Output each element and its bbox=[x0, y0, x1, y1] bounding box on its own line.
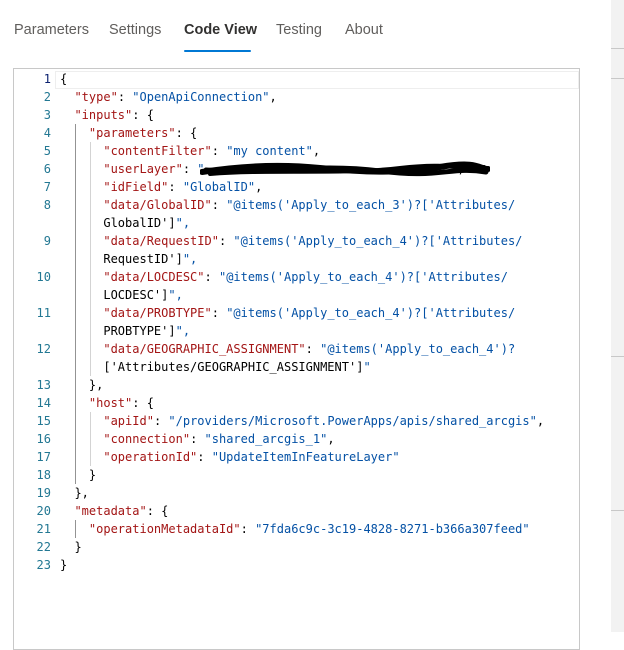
code-line: 10 "data/LOCDESC": "@items('Apply_to_eac… bbox=[14, 268, 579, 286]
tab-testing[interactable]: Testing bbox=[276, 22, 322, 38]
line-number: 22 bbox=[36, 540, 51, 554]
line-number: 23 bbox=[36, 558, 51, 572]
line-number: 3 bbox=[43, 108, 51, 122]
code-line: 22 } bbox=[14, 538, 579, 556]
line-number: 17 bbox=[36, 450, 51, 464]
code-text: "operationId": "UpdateItemInFeatureLayer… bbox=[103, 450, 400, 464]
line-number: 18 bbox=[36, 468, 51, 482]
code-line: 17 "operationId": "UpdateItemInFeatureLa… bbox=[14, 448, 579, 466]
panel-divider bbox=[611, 356, 624, 357]
code-text: "data/LOCDESC": "@items('Apply_to_each_4… bbox=[103, 270, 508, 284]
code-line: PROBTYPE']", bbox=[14, 322, 579, 340]
line-number: 7 bbox=[43, 180, 51, 194]
line-number: 20 bbox=[36, 504, 51, 518]
code-text: "host": { bbox=[88, 396, 154, 410]
code-text: ['Attributes/GEOGRAPHIC_ASSIGNMENT']" bbox=[60, 360, 371, 374]
line-number: 13 bbox=[36, 378, 51, 392]
tab-code-view[interactable]: Code View bbox=[184, 22, 257, 38]
code-line: 12 "data/GEOGRAPHIC_ASSIGNMENT": "@items… bbox=[14, 340, 579, 358]
code-text: "apiId": "/providers/Microsoft.PowerApps… bbox=[103, 414, 545, 428]
code-editor[interactable]: 1{2 "type": "OpenApiConnection", 3 "input… bbox=[13, 68, 580, 650]
indent-guide bbox=[89, 412, 91, 466]
code-line: 20 "metadata": { bbox=[14, 502, 579, 520]
code-line: 13 }, bbox=[14, 376, 579, 394]
indent-guide bbox=[89, 142, 91, 376]
code-text: RequestID']", bbox=[60, 252, 198, 266]
panel-divider bbox=[611, 78, 624, 79]
line-number: 16 bbox=[36, 432, 51, 446]
code-text: } bbox=[60, 540, 82, 554]
code-text: }, bbox=[60, 378, 104, 392]
line-number: 19 bbox=[36, 486, 51, 500]
code-text: LOCDESC']", bbox=[60, 288, 183, 302]
line-number: 9 bbox=[43, 234, 51, 248]
line-number: 6 bbox=[43, 162, 51, 176]
line-number: 21 bbox=[36, 522, 51, 536]
code-text: "data/PROBTYPE": "@items('Apply_to_each_… bbox=[103, 306, 516, 320]
code-line: 11 "data/PROBTYPE": "@items('Apply_to_ea… bbox=[14, 304, 579, 322]
code-text: { bbox=[60, 72, 68, 86]
line-number: 14 bbox=[36, 396, 51, 410]
line-number: 11 bbox=[36, 306, 51, 320]
redaction-scribble bbox=[200, 161, 490, 177]
tab-about[interactable]: About bbox=[345, 22, 383, 38]
current-line-highlight bbox=[55, 71, 579, 89]
code-text: "data/RequestID": "@items('Apply_to_each… bbox=[103, 234, 523, 248]
panel-divider bbox=[611, 48, 624, 49]
code-line: 5 "contentFilter": "my content", bbox=[14, 142, 579, 160]
code-line: LOCDESC']", bbox=[14, 286, 579, 304]
code-text: "connection": "shared_arcgis_1", bbox=[103, 432, 335, 446]
code-line: 19 }, bbox=[14, 484, 579, 502]
tab-parameters[interactable]: Parameters bbox=[14, 22, 89, 38]
code-line: 18 } bbox=[14, 466, 579, 484]
line-number: 5 bbox=[43, 144, 51, 158]
code-line: RequestID']", bbox=[14, 250, 579, 268]
right-panel-edge bbox=[611, 0, 624, 632]
code-text: "type": "OpenApiConnection", bbox=[74, 90, 277, 104]
code-line: 8 "data/GlobalID": "@items('Apply_to_eac… bbox=[14, 196, 579, 214]
code-text: } bbox=[60, 558, 68, 572]
tab-settings[interactable]: Settings bbox=[109, 22, 161, 38]
code-text: "metadata": { bbox=[74, 504, 169, 518]
line-number: 12 bbox=[36, 342, 51, 356]
panel-divider bbox=[611, 510, 624, 511]
code-text: "data/GEOGRAPHIC_ASSIGNMENT": "@items('A… bbox=[103, 342, 516, 356]
line-number: 8 bbox=[43, 198, 51, 212]
code-line: 4 "parameters": { bbox=[14, 124, 579, 142]
code-text: "data/GlobalID": "@items('Apply_to_each_… bbox=[103, 198, 516, 212]
code-text: GlobalID']", bbox=[60, 216, 191, 230]
indent-guide bbox=[75, 520, 77, 538]
active-tab-indicator bbox=[184, 50, 251, 52]
indent-guide bbox=[75, 124, 77, 484]
line-number: 1 bbox=[43, 72, 51, 86]
code-text: }, bbox=[60, 486, 89, 500]
code-line: 2 "type": "OpenApiConnection", bbox=[14, 88, 579, 106]
line-number: 2 bbox=[43, 90, 51, 104]
code-line: ['Attributes/GEOGRAPHIC_ASSIGNMENT']" bbox=[14, 358, 579, 376]
code-text: "operationMetadataId": "7fda6c9c-3c19-48… bbox=[88, 522, 530, 536]
code-line: 3 "inputs": { bbox=[14, 106, 579, 124]
code-line: 15 "apiId": "/providers/Microsoft.PowerA… bbox=[14, 412, 579, 430]
code-text: PROBTYPE']", bbox=[60, 324, 191, 338]
code-text: "parameters": { bbox=[88, 126, 198, 140]
code-text: } bbox=[60, 468, 97, 482]
code-line: 21 "operationMetadataId": "7fda6c9c-3c19… bbox=[14, 520, 579, 538]
code-line: 1{ bbox=[14, 70, 579, 89]
code-text: "inputs": { bbox=[74, 108, 154, 122]
code-line: GlobalID']", bbox=[14, 214, 579, 232]
code-line: 9 "data/RequestID": "@items('Apply_to_ea… bbox=[14, 232, 579, 250]
line-number: 10 bbox=[36, 270, 51, 284]
line-number: 4 bbox=[43, 126, 51, 140]
code-text: "contentFilter": "my content", bbox=[103, 144, 321, 158]
line-number: 15 bbox=[36, 414, 51, 428]
code-line: 16 "connection": "shared_arcgis_1", bbox=[14, 430, 579, 448]
code-line: 14 "host": { bbox=[14, 394, 579, 412]
code-line: 23} bbox=[14, 556, 579, 574]
code-line: 7 "idField": "GlobalID", bbox=[14, 178, 579, 196]
